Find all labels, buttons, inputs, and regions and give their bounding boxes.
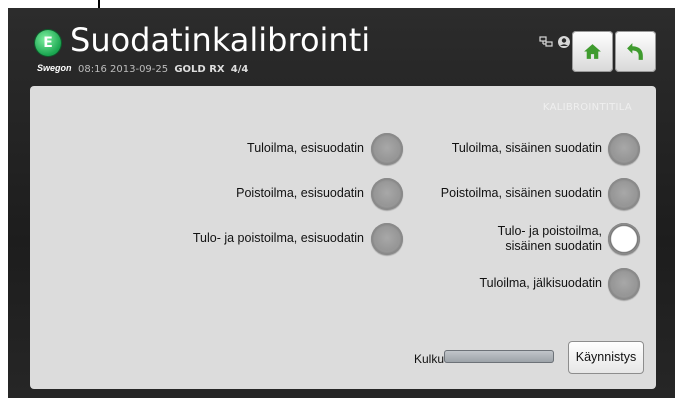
start-button[interactable]: Käynnistys [568, 341, 644, 374]
filter-label-supply-exhaust-internal: Tulo- ja poistoilma, sisäinen suodatin [498, 224, 602, 254]
filter-label-supply-afterfilter: Tuloilma, jälkisuodatin [479, 276, 602, 290]
filter-label-exhaust-prefilter: Poistoilma, esisuodatin [236, 186, 364, 200]
indicator-exhaust-prefilter [371, 178, 403, 210]
indicator-supply-afterfilter [608, 268, 640, 300]
status-page: 4/4 [230, 64, 249, 75]
back-arrow-icon [627, 43, 643, 60]
filter-label-supply-exhaust-prefilter: Tulo- ja poistoilma, esisuodatin [192, 231, 364, 245]
indicator-supply-internal [608, 133, 640, 165]
indicator-supply-exhaust-internal [608, 223, 640, 255]
brand-logo: Swegon [37, 63, 72, 73]
logo-glyph: E [43, 35, 53, 51]
status-line: 08:16 2013-09-25 GOLD RX 4/4 [78, 64, 248, 75]
status-date: 2013-09-25 [110, 64, 169, 75]
filter-label-line1: Tulo- ja poistoilma, [497, 224, 602, 238]
calibration-panel: KALIBROINTITILA Tuloilma, esisuodatin Po… [30, 86, 656, 389]
filter-label-supply-prefilter: Tuloilma, esisuodatin [247, 141, 364, 155]
filter-label-line2: sisäinen suodatin [505, 239, 602, 253]
filter-label-supply-internal: Tuloilma, sisäinen suodatin [451, 141, 602, 155]
home-button[interactable] [572, 31, 613, 72]
home-icon [584, 44, 601, 59]
progress-label: Kulku [414, 352, 445, 366]
device-screen: E Suodatinkalibrointi Swegon 08:16 2013-… [8, 8, 675, 398]
page-title: Suodatinkalibrointi [70, 21, 371, 59]
user-icon [557, 35, 570, 48]
back-button[interactable] [615, 31, 656, 72]
status-time: 08:16 [78, 64, 107, 75]
app-logo-icon: E [35, 30, 61, 56]
indicator-supply-exhaust-prefilter [371, 223, 403, 255]
status-unit: GOLD RX [174, 64, 225, 75]
mode-label: KALIBROINTITILA [542, 102, 632, 113]
filter-label-exhaust-internal: Poistoilma, sisäinen suodatin [440, 186, 602, 200]
network-icon [539, 35, 553, 47]
indicator-exhaust-internal [608, 178, 640, 210]
progress-bar [444, 350, 554, 363]
indicator-supply-prefilter [371, 133, 403, 165]
system-icons [539, 34, 571, 49]
